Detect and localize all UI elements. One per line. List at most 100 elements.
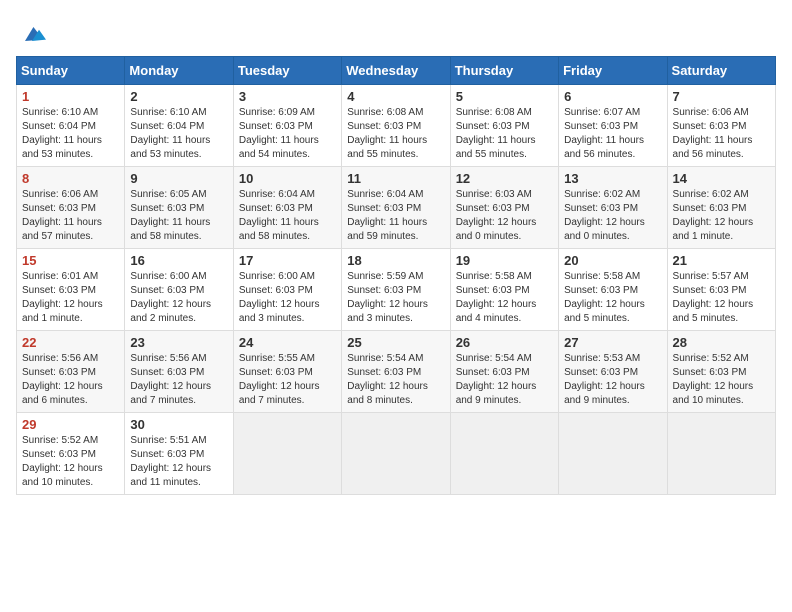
calendar-cell: 16 Sunrise: 6:00 AM Sunset: 6:03 PM Dayli…	[125, 249, 233, 331]
calendar-cell: 2 Sunrise: 6:10 AM Sunset: 6:04 PM Daylig…	[125, 85, 233, 167]
day-number: 24	[239, 335, 336, 350]
day-number: 22	[22, 335, 119, 350]
calendar-cell: 17 Sunrise: 6:00 AM Sunset: 6:03 PM Dayli…	[233, 249, 341, 331]
calendar-cell: 11Sunrise: 6:04 AM Sunset: 6:03 PM Dayli…	[342, 167, 450, 249]
day-info: Sunrise: 6:10 AM Sunset: 6:04 PM Dayligh…	[130, 106, 227, 162]
calendar-cell: 28 Sunrise: 5:52 AM Sunset: 6:03 PM Dayli…	[667, 331, 775, 413]
day-info: Sunrise: 6:02 AM Sunset: 6:03 PM Dayligh…	[673, 188, 770, 244]
day-number: 2	[130, 89, 227, 104]
page-header	[16, 16, 776, 48]
day-info: Sunrise: 5:56 AM Sunset: 6:03 PM Dayligh…	[130, 352, 227, 408]
calendar-cell	[342, 413, 450, 495]
day-number: 16	[130, 253, 227, 268]
calendar-cell: 10 Sunrise: 6:04 AM Sunset: 6:03 PM Dayli…	[233, 167, 341, 249]
day-number: 1	[22, 89, 119, 104]
calendar-cell: 6 Sunrise: 6:07 AM Sunset: 6:03 PM Daylig…	[559, 85, 667, 167]
calendar-cell: 12 Sunrise: 6:03 AM Sunset: 6:03 PM Dayli…	[450, 167, 558, 249]
day-number: 7	[673, 89, 770, 104]
week-row-1: 1 Sunrise: 6:10 AM Sunset: 6:04 PM Daylig…	[17, 85, 776, 167]
day-number: 4	[347, 89, 444, 104]
day-info: Sunrise: 6:04 AM Sunset: 6:03 PM Dayligh…	[239, 188, 336, 244]
day-number: 9	[130, 171, 227, 186]
calendar-cell: 3 Sunrise: 6:09 AM Sunset: 6:03 PM Daylig…	[233, 85, 341, 167]
day-info: Sunrise: 6:09 AM Sunset: 6:03 PM Dayligh…	[239, 106, 336, 162]
day-number: 17	[239, 253, 336, 268]
day-info: Sunrise: 5:57 AM Sunset: 6:03 PM Dayligh…	[673, 270, 770, 326]
day-number: 20	[564, 253, 661, 268]
weekday-friday: Friday	[559, 57, 667, 85]
weekday-thursday: Thursday	[450, 57, 558, 85]
day-info: Sunrise: 6:05 AM Sunset: 6:03 PM Dayligh…	[130, 188, 227, 244]
day-info: Sunrise: 5:54 AM Sunset: 6:03 PM Dayligh…	[347, 352, 444, 408]
calendar-cell: 19 Sunrise: 5:58 AM Sunset: 6:03 PM Dayli…	[450, 249, 558, 331]
calendar-cell: 15 Sunrise: 6:01 AM Sunset: 6:03 PM Dayli…	[17, 249, 125, 331]
day-info: Sunrise: 6:04 AM Sunset: 6:03 PM Dayligh…	[347, 188, 444, 244]
day-info: Sunrise: 6:07 AM Sunset: 6:03 PM Dayligh…	[564, 106, 661, 162]
day-info: Sunrise: 6:00 AM Sunset: 6:03 PM Dayligh…	[130, 270, 227, 326]
calendar-cell: 7Sunrise: 6:06 AM Sunset: 6:03 PM Daylig…	[667, 85, 775, 167]
day-number: 6	[564, 89, 661, 104]
day-number: 28	[673, 335, 770, 350]
calendar-cell: 13 Sunrise: 6:02 AM Sunset: 6:03 PM Dayli…	[559, 167, 667, 249]
calendar-cell	[667, 413, 775, 495]
week-row-4: 22 Sunrise: 5:56 AM Sunset: 6:03 PM Dayli…	[17, 331, 776, 413]
calendar-cell: 24 Sunrise: 5:55 AM Sunset: 6:03 PM Dayli…	[233, 331, 341, 413]
calendar-cell: 21Sunrise: 5:57 AM Sunset: 6:03 PM Dayli…	[667, 249, 775, 331]
logo	[16, 20, 46, 48]
day-number: 29	[22, 417, 119, 432]
day-number: 13	[564, 171, 661, 186]
day-info: Sunrise: 5:51 AM Sunset: 6:03 PM Dayligh…	[130, 434, 227, 490]
day-info: Sunrise: 6:02 AM Sunset: 6:03 PM Dayligh…	[564, 188, 661, 244]
week-row-5: 29 Sunrise: 5:52 AM Sunset: 6:03 PM Dayli…	[17, 413, 776, 495]
day-info: Sunrise: 5:55 AM Sunset: 6:03 PM Dayligh…	[239, 352, 336, 408]
calendar-cell: 1 Sunrise: 6:10 AM Sunset: 6:04 PM Daylig…	[17, 85, 125, 167]
calendar-cell: 18Sunrise: 5:59 AM Sunset: 6:03 PM Dayli…	[342, 249, 450, 331]
weekday-monday: Monday	[125, 57, 233, 85]
day-info: Sunrise: 5:52 AM Sunset: 6:03 PM Dayligh…	[22, 434, 119, 490]
calendar-cell: 23 Sunrise: 5:56 AM Sunset: 6:03 PM Dayli…	[125, 331, 233, 413]
day-number: 18	[347, 253, 444, 268]
calendar-table: SundayMondayTuesdayWednesdayThursdayFrid…	[16, 56, 776, 495]
calendar-body: 1 Sunrise: 6:10 AM Sunset: 6:04 PM Daylig…	[17, 85, 776, 495]
calendar-cell: 27 Sunrise: 5:53 AM Sunset: 6:03 PM Dayli…	[559, 331, 667, 413]
day-info: Sunrise: 5:58 AM Sunset: 6:03 PM Dayligh…	[456, 270, 553, 326]
weekday-header-row: SundayMondayTuesdayWednesdayThursdayFrid…	[17, 57, 776, 85]
day-number: 10	[239, 171, 336, 186]
day-number: 5	[456, 89, 553, 104]
weekday-saturday: Saturday	[667, 57, 775, 85]
calendar-cell: 29 Sunrise: 5:52 AM Sunset: 6:03 PM Dayli…	[17, 413, 125, 495]
weekday-sunday: Sunday	[17, 57, 125, 85]
day-info: Sunrise: 5:53 AM Sunset: 6:03 PM Dayligh…	[564, 352, 661, 408]
day-number: 26	[456, 335, 553, 350]
logo-icon	[18, 20, 46, 48]
day-number: 27	[564, 335, 661, 350]
day-info: Sunrise: 6:06 AM Sunset: 6:03 PM Dayligh…	[22, 188, 119, 244]
day-number: 8	[22, 171, 119, 186]
day-number: 30	[130, 417, 227, 432]
calendar-cell: 25 Sunrise: 5:54 AM Sunset: 6:03 PM Dayli…	[342, 331, 450, 413]
day-number: 15	[22, 253, 119, 268]
week-row-2: 8 Sunrise: 6:06 AM Sunset: 6:03 PM Daylig…	[17, 167, 776, 249]
day-info: Sunrise: 6:03 AM Sunset: 6:03 PM Dayligh…	[456, 188, 553, 244]
day-number: 12	[456, 171, 553, 186]
day-info: Sunrise: 5:52 AM Sunset: 6:03 PM Dayligh…	[673, 352, 770, 408]
day-info: Sunrise: 6:01 AM Sunset: 6:03 PM Dayligh…	[22, 270, 119, 326]
day-number: 3	[239, 89, 336, 104]
calendar-cell: 26Sunrise: 5:54 AM Sunset: 6:03 PM Dayli…	[450, 331, 558, 413]
calendar-cell: 20 Sunrise: 5:58 AM Sunset: 6:03 PM Dayli…	[559, 249, 667, 331]
calendar-cell	[450, 413, 558, 495]
day-number: 19	[456, 253, 553, 268]
day-info: Sunrise: 5:58 AM Sunset: 6:03 PM Dayligh…	[564, 270, 661, 326]
calendar-cell	[559, 413, 667, 495]
day-info: Sunrise: 6:08 AM Sunset: 6:03 PM Dayligh…	[456, 106, 553, 162]
calendar-cell: 9 Sunrise: 6:05 AM Sunset: 6:03 PM Daylig…	[125, 167, 233, 249]
calendar-cell: 4 Sunrise: 6:08 AM Sunset: 6:03 PM Daylig…	[342, 85, 450, 167]
day-info: Sunrise: 6:00 AM Sunset: 6:03 PM Dayligh…	[239, 270, 336, 326]
week-row-3: 15 Sunrise: 6:01 AM Sunset: 6:03 PM Dayli…	[17, 249, 776, 331]
day-number: 25	[347, 335, 444, 350]
day-number: 23	[130, 335, 227, 350]
weekday-tuesday: Tuesday	[233, 57, 341, 85]
calendar-cell: 8 Sunrise: 6:06 AM Sunset: 6:03 PM Daylig…	[17, 167, 125, 249]
day-info: Sunrise: 6:08 AM Sunset: 6:03 PM Dayligh…	[347, 106, 444, 162]
day-info: Sunrise: 6:10 AM Sunset: 6:04 PM Dayligh…	[22, 106, 119, 162]
